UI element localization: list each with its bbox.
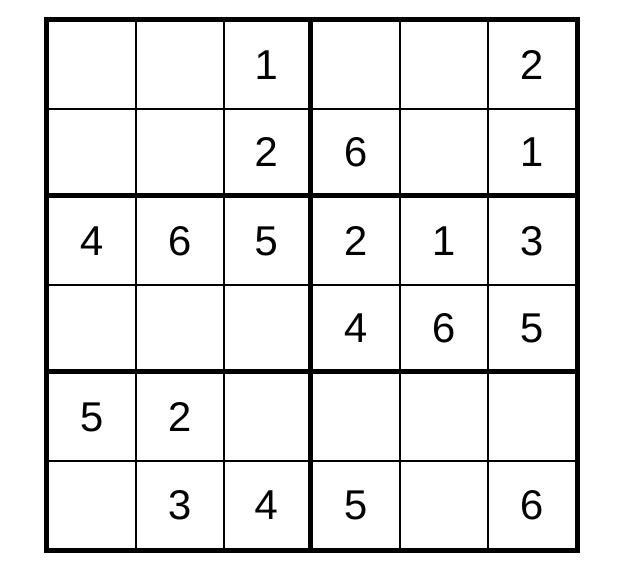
cell-r1-c0[interactable] [48,109,136,197]
cell-r4-c1[interactable]: 2 [136,373,224,461]
cell-r1-c5[interactable]: 1 [488,109,576,197]
cell-r1-c1[interactable] [136,109,224,197]
cell-r1-c2[interactable]: 2 [224,109,312,197]
cell-r5-c5[interactable]: 6 [488,461,576,549]
cell-r3-c3[interactable]: 4 [312,285,400,373]
cell-r0-c5[interactable]: 2 [488,21,576,109]
cell-r4-c3[interactable] [312,373,400,461]
cell-r2-c0[interactable]: 4 [48,197,136,285]
cell-r2-c4[interactable]: 1 [400,197,488,285]
cell-r1-c4[interactable] [400,109,488,197]
cell-r2-c1[interactable]: 6 [136,197,224,285]
sudoku-grid: 1 2 2 6 1 4 6 5 2 1 3 4 6 5 5 2 3 4 5 6 [44,17,580,553]
cell-r1-c3[interactable]: 6 [312,109,400,197]
cell-r0-c2[interactable]: 1 [224,21,312,109]
cell-r3-c1[interactable] [136,285,224,373]
cell-r4-c4[interactable] [400,373,488,461]
cell-r5-c1[interactable]: 3 [136,461,224,549]
cell-r3-c2[interactable] [224,285,312,373]
cell-r4-c5[interactable] [488,373,576,461]
cell-r3-c0[interactable] [48,285,136,373]
cell-r0-c1[interactable] [136,21,224,109]
cell-r0-c3[interactable] [312,21,400,109]
cell-r2-c2[interactable]: 5 [224,197,312,285]
cell-r3-c4[interactable]: 6 [400,285,488,373]
cell-r0-c0[interactable] [48,21,136,109]
cell-r5-c2[interactable]: 4 [224,461,312,549]
cell-r5-c4[interactable] [400,461,488,549]
cell-r2-c5[interactable]: 3 [488,197,576,285]
cell-r4-c2[interactable] [224,373,312,461]
cell-r5-c0[interactable] [48,461,136,549]
cell-r5-c3[interactable]: 5 [312,461,400,549]
cell-r2-c3[interactable]: 2 [312,197,400,285]
cell-r3-c5[interactable]: 5 [488,285,576,373]
cell-r0-c4[interactable] [400,21,488,109]
cell-r4-c0[interactable]: 5 [48,373,136,461]
